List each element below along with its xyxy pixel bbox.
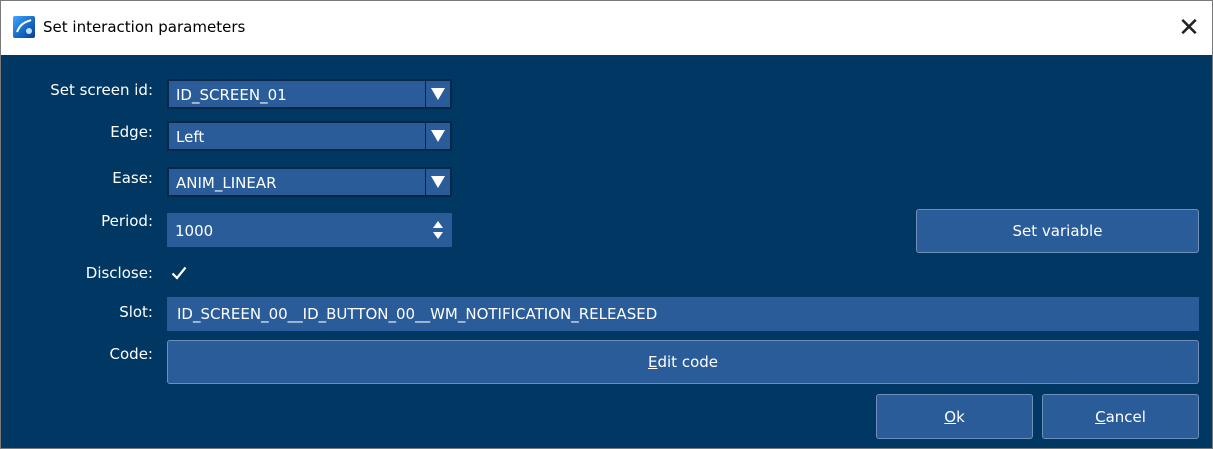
cancel-mnemonic: C xyxy=(1095,407,1106,426)
screen-id-combobox[interactable]: ID_SCREEN_01 xyxy=(167,79,452,109)
cancel-label: ancel xyxy=(1105,407,1146,426)
disclose-checkbox[interactable] xyxy=(169,263,189,283)
ok-mnemonic: O xyxy=(944,407,957,426)
ok-label: k xyxy=(956,407,965,426)
edit-code-label: dit code xyxy=(657,353,718,371)
set-variable-button[interactable]: Set variable xyxy=(916,209,1199,253)
cancel-button[interactable]: Cancel xyxy=(1042,394,1199,439)
app-icon xyxy=(13,16,35,38)
edge-value: Left xyxy=(176,128,205,146)
period-label: Period: xyxy=(101,212,153,230)
period-value: 1000 xyxy=(175,222,214,240)
ok-button[interactable]: Ok xyxy=(876,394,1033,439)
period-spinbox[interactable]: 1000 xyxy=(167,213,452,247)
title-bar[interactable]: Set interaction parameters ✕ xyxy=(1,1,1212,55)
edge-combobox[interactable]: Left xyxy=(167,121,452,151)
edit-code-mnemonic: E xyxy=(648,353,658,371)
dialog-window: Set interaction parameters ✕ Set screen … xyxy=(0,0,1213,449)
close-icon[interactable]: ✕ xyxy=(1166,1,1212,55)
spin-buttons[interactable] xyxy=(432,217,444,243)
screen-id-value: ID_SCREEN_01 xyxy=(176,86,287,104)
dialog-content: Set screen id: ID_SCREEN_01 Edge: Left E… xyxy=(1,55,1212,448)
disclose-label: Disclose: xyxy=(85,264,153,282)
slot-field[interactable]: ID_SCREEN_00__ID_BUTTON_00__WM_NOTIFICAT… xyxy=(167,297,1199,331)
ease-combobox[interactable]: ANIM_LINEAR xyxy=(167,167,452,197)
ease-value: ANIM_LINEAR xyxy=(176,174,277,192)
triangle-down-icon[interactable] xyxy=(425,81,450,107)
slot-label: Slot: xyxy=(119,303,153,321)
edit-code-button[interactable]: Edit code xyxy=(167,340,1199,384)
triangle-down-icon[interactable] xyxy=(425,169,450,195)
slot-value: ID_SCREEN_00__ID_BUTTON_00__WM_NOTIFICAT… xyxy=(177,305,658,323)
spin-down-icon[interactable] xyxy=(433,232,443,239)
checkmark-icon xyxy=(171,266,187,280)
spin-up-icon[interactable] xyxy=(433,221,443,228)
ease-label: Ease: xyxy=(112,169,153,187)
code-label: Code: xyxy=(109,345,153,363)
screen-id-label: Set screen id: xyxy=(50,81,153,99)
triangle-down-icon[interactable] xyxy=(425,123,450,149)
window-title: Set interaction parameters xyxy=(43,18,246,36)
edge-label: Edge: xyxy=(110,123,153,141)
